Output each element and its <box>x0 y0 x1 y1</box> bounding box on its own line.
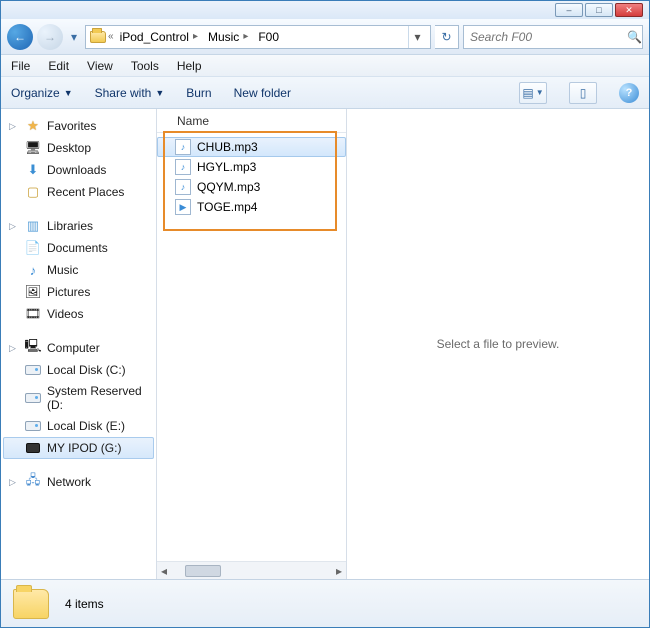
music-icon: ♪ <box>25 262 41 278</box>
sidebar-item-my-ipod[interactable]: MY IPOD (G:) <box>3 437 154 459</box>
libraries-header[interactable]: ▷▥Libraries <box>3 215 154 237</box>
audio-file-icon: ♪ <box>175 139 191 155</box>
column-header-name[interactable]: Name <box>157 109 346 133</box>
videos-icon: 🎞 <box>25 306 41 322</box>
network-group: ▷🖧Network <box>3 471 154 493</box>
menu-view[interactable]: View <box>87 59 113 73</box>
breadcrumb-prefix: « <box>108 31 114 42</box>
drive-icon <box>25 362 41 378</box>
refresh-button[interactable]: ↻ <box>435 25 459 49</box>
computer-icon: 🖳 <box>25 340 41 356</box>
menu-file[interactable]: File <box>11 59 30 73</box>
favorites-group: ▷★Favorites 🖥Desktop ⬇Downloads ▢Recent … <box>3 115 154 203</box>
sidebar-item-pictures[interactable]: 🖼Pictures <box>3 281 154 303</box>
sidebar-item-system-reserved[interactable]: System Reserved (D: <box>3 381 154 415</box>
network-header[interactable]: ▷🖧Network <box>3 471 154 493</box>
explorer-window: – □ ✕ ← → ▾ « iPod_Control▸ Music▸ F00 ▾… <box>0 0 650 628</box>
sidebar-item-music[interactable]: ♪Music <box>3 259 154 281</box>
sidebar-item-videos[interactable]: 🎞Videos <box>3 303 154 325</box>
preview-pane: Select a file to preview. <box>347 109 649 579</box>
file-item-1[interactable]: ♪HGYL.mp3 <box>157 157 346 177</box>
sidebar-item-local-e[interactable]: Local Disk (E:) <box>3 415 154 437</box>
preview-pane-button[interactable]: ▯ <box>569 82 597 104</box>
status-item-count: 4 items <box>65 597 104 611</box>
sidebar-item-recent-places[interactable]: ▢Recent Places <box>3 181 154 203</box>
search-box[interactable]: 🔍 <box>463 25 643 49</box>
ipod-icon <box>25 440 41 456</box>
video-file-icon: ▶ <box>175 199 191 215</box>
breadcrumb-segment-2[interactable]: F00 <box>254 30 283 44</box>
minimize-button[interactable]: – <box>555 3 583 17</box>
help-button[interactable]: ? <box>619 83 639 103</box>
scroll-thumb[interactable] <box>185 565 221 577</box>
breadcrumb[interactable]: « iPod_Control▸ Music▸ F00 ▾ <box>85 25 431 49</box>
search-icon: 🔍 <box>627 30 642 44</box>
organize-button[interactable]: Organize ▼ <box>11 86 73 100</box>
breadcrumb-segment-1[interactable]: Music▸ <box>204 30 252 44</box>
search-input[interactable] <box>470 30 627 44</box>
audio-file-icon: ♪ <box>175 159 191 175</box>
new-folder-button[interactable]: New folder <box>234 86 291 100</box>
status-folder-icon <box>13 589 49 619</box>
navigation-bar: ← → ▾ « iPod_Control▸ Music▸ F00 ▾ ↻ 🔍 <box>1 19 649 55</box>
libraries-icon: ▥ <box>25 218 41 234</box>
file-item-3[interactable]: ▶TOGE.mp4 <box>157 197 346 217</box>
maximize-button[interactable]: □ <box>585 3 613 17</box>
folder-icon <box>90 29 106 45</box>
file-item-2[interactable]: ♪QQYM.mp3 <box>157 177 346 197</box>
file-list-pane: Name ♪CHUB.mp3 ♪HGYL.mp3 ♪QQYM.mp3 ▶TOGE… <box>157 109 347 579</box>
breadcrumb-dropdown[interactable]: ▾ <box>408 26 426 48</box>
drive-icon <box>25 390 41 406</box>
favorites-header[interactable]: ▷★Favorites <box>3 115 154 137</box>
recent-icon: ▢ <box>25 184 41 200</box>
drive-icon <box>25 418 41 434</box>
downloads-icon: ⬇ <box>25 162 41 178</box>
view-mode-button[interactable]: ▤▼ <box>519 82 547 104</box>
title-bar: – □ ✕ <box>1 1 649 19</box>
menu-help[interactable]: Help <box>177 59 202 73</box>
libraries-group: ▷▥Libraries 📄Documents ♪Music 🖼Pictures … <box>3 215 154 325</box>
sidebar-item-local-c[interactable]: Local Disk (C:) <box>3 359 154 381</box>
scroll-left-arrow[interactable]: ◂ <box>157 564 171 578</box>
history-dropdown[interactable]: ▾ <box>67 24 81 50</box>
menu-edit[interactable]: Edit <box>48 59 69 73</box>
computer-header[interactable]: ▷🖳Computer <box>3 337 154 359</box>
navigation-sidebar[interactable]: ▷★Favorites 🖥Desktop ⬇Downloads ▢Recent … <box>1 109 157 579</box>
desktop-icon: 🖥 <box>25 140 41 156</box>
preview-empty-text: Select a file to preview. <box>437 337 560 351</box>
toolbar: Organize ▼ Share with ▼ Burn New folder … <box>1 77 649 109</box>
burn-button[interactable]: Burn <box>186 86 211 100</box>
sidebar-item-documents[interactable]: 📄Documents <box>3 237 154 259</box>
menu-bar: File Edit View Tools Help <box>1 55 649 77</box>
menu-tools[interactable]: Tools <box>131 59 159 73</box>
body: ▷★Favorites 🖥Desktop ⬇Downloads ▢Recent … <box>1 109 649 579</box>
network-icon: 🖧 <box>25 474 41 490</box>
pictures-icon: 🖼 <box>25 284 41 300</box>
star-icon: ★ <box>25 118 41 134</box>
file-item-0[interactable]: ♪CHUB.mp3 <box>157 137 346 157</box>
breadcrumb-segment-0[interactable]: iPod_Control▸ <box>116 30 202 44</box>
file-list[interactable]: ♪CHUB.mp3 ♪HGYL.mp3 ♪QQYM.mp3 ▶TOGE.mp4 <box>157 133 346 561</box>
forward-button[interactable]: → <box>37 24 63 50</box>
scroll-right-arrow[interactable]: ▸ <box>332 564 346 578</box>
sidebar-item-desktop[interactable]: 🖥Desktop <box>3 137 154 159</box>
sidebar-item-downloads[interactable]: ⬇Downloads <box>3 159 154 181</box>
back-button[interactable]: ← <box>7 24 33 50</box>
horizontal-scrollbar[interactable]: ◂ ▸ <box>157 561 346 579</box>
status-bar: 4 items <box>1 579 649 627</box>
documents-icon: 📄 <box>25 240 41 256</box>
close-button[interactable]: ✕ <box>615 3 643 17</box>
computer-group: ▷🖳Computer Local Disk (C:) System Reserv… <box>3 337 154 459</box>
audio-file-icon: ♪ <box>175 179 191 195</box>
share-with-button[interactable]: Share with ▼ <box>95 86 165 100</box>
